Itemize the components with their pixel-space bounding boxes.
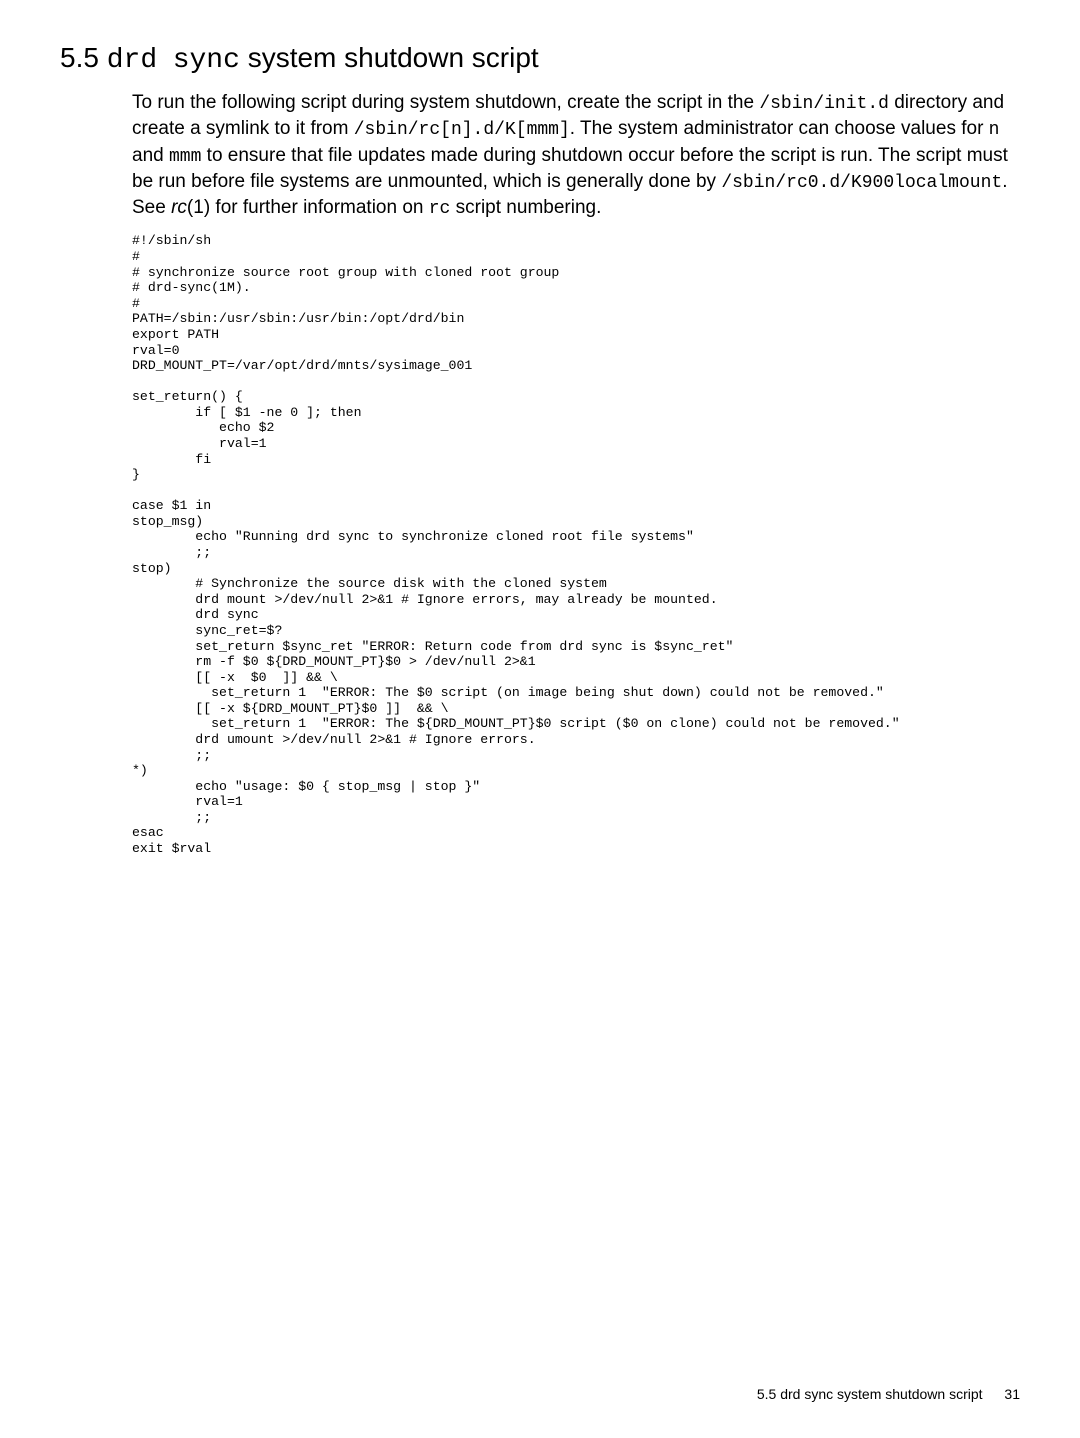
intro-text: (1) for further information on <box>187 197 429 218</box>
code-block: #!/sbin/sh # # synchronize source root g… <box>132 233 1010 856</box>
intro-code-localmount: /sbin/rc0.d/K900localmount <box>721 173 1002 193</box>
section-number: 5.5 <box>60 42 99 73</box>
intro-text: script numbering. <box>450 197 601 218</box>
section-heading: 5.5 drd sync system shutdown script <box>60 42 1020 76</box>
intro-text: and <box>132 145 169 166</box>
intro-text: . The system administrator can choose va… <box>570 118 989 139</box>
heading-code-sync: sync <box>173 45 240 76</box>
intro-code-n: n <box>989 120 1000 140</box>
intro-code-mmm: mmm <box>169 147 201 167</box>
footer-page-number: 31 <box>1004 1386 1020 1402</box>
footer-text: 5.5 drd sync system shutdown script <box>757 1386 983 1402</box>
intro-code-rc-symlink: /sbin/rc[n].d/K[mmm] <box>354 120 570 140</box>
intro-text: To run the following script during syste… <box>132 92 759 113</box>
intro-italic-rc: rc <box>171 197 187 218</box>
page-footer: 5.5 drd sync system shutdown script 31 <box>757 1386 1020 1402</box>
heading-code-drd: drd <box>107 45 157 76</box>
intro-code-initd: /sbin/init.d <box>759 94 889 114</box>
intro-code-rc: rc <box>429 199 451 219</box>
heading-rest: system shutdown script <box>248 42 539 73</box>
intro-paragraph: To run the following script during syste… <box>132 90 1010 221</box>
